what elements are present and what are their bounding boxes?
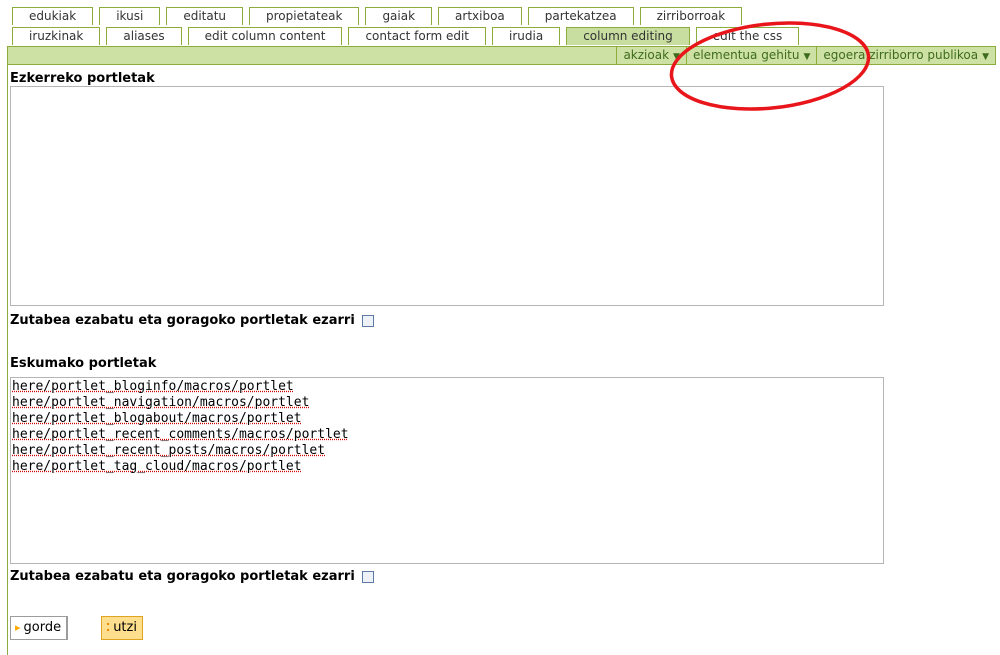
left-delete-column-checkbox[interactable] bbox=[361, 314, 374, 327]
tab-propietateak[interactable]: propietateak bbox=[249, 7, 360, 25]
tab-edit-the-css[interactable]: edit the css bbox=[695, 27, 800, 45]
tab-edukiak[interactable]: edukiak bbox=[12, 7, 94, 25]
right-portlets-label: Eskumako portletak bbox=[10, 356, 157, 371]
bullet-icon: ⁚ bbox=[106, 621, 111, 634]
save-button[interactable]: ▸ gorde bbox=[10, 616, 69, 640]
tab-partekatzea[interactable]: partekatzea bbox=[527, 7, 634, 25]
menu-label: akzioak bbox=[623, 48, 670, 62]
menu-akzioak[interactable]: akzioak ▼ bbox=[616, 47, 686, 64]
portlet-path-line: here/portlet_navigation/macros/portlet bbox=[12, 395, 310, 410]
tab-editatu[interactable]: editatu bbox=[166, 7, 244, 25]
right-delete-column-label: Zutabea ezabatu eta goragoko portletak e… bbox=[10, 569, 355, 584]
tab-edit-column-content[interactable]: edit column content bbox=[187, 27, 343, 45]
tab-contact-form-edit[interactable]: contact form edit bbox=[348, 27, 486, 45]
caret-down-icon: ▼ bbox=[982, 52, 989, 62]
cancel-button-label: utzi bbox=[113, 620, 137, 635]
right-delete-column-checkbox[interactable] bbox=[361, 570, 374, 583]
tab-column-editing[interactable]: column editing bbox=[566, 27, 690, 45]
tab-bar-row-1: edukiak ikusi editatu propietateak gaiak artx… bbox=[12, 7, 743, 26]
caret-down-icon: ▼ bbox=[803, 52, 811, 62]
left-portlets-label: Ezkerreko portletak bbox=[10, 71, 155, 86]
tab-bar-row-2: iruzkinak aliases edit column content conta… bbox=[12, 27, 800, 46]
menu-label: egoera zirriborro publikoa bbox=[823, 48, 979, 62]
right-portlets-textarea[interactable]: here/portlet_bloginfo/macros/portlet here… bbox=[10, 377, 884, 564]
menu-elementua-gehitu[interactable]: elementua gehitu ▼ bbox=[685, 47, 816, 64]
portlet-path-line: here/portlet_tag_cloud/macros/portlet bbox=[12, 459, 302, 474]
left-portlets-textarea[interactable] bbox=[10, 86, 884, 306]
caret-down-icon: ▼ bbox=[673, 52, 680, 62]
portlet-path-line: here/portlet_bloginfo/macros/portlet bbox=[12, 379, 294, 394]
tab-zirriborroak[interactable]: zirriborroak bbox=[639, 7, 743, 25]
tab-iruzkinak[interactable]: iruzkinak bbox=[12, 27, 101, 45]
tab-artxiboa[interactable]: artxiboa bbox=[438, 7, 522, 25]
save-button-label: gorde bbox=[23, 620, 62, 635]
cancel-button[interactable]: ⁚ utzi bbox=[101, 616, 143, 640]
tab-aliases[interactable]: aliases bbox=[106, 27, 182, 45]
menu-label: elementua gehitu bbox=[692, 48, 800, 62]
action-bar: akzioak ▼ elementua gehitu ▼ egoera zirribor… bbox=[7, 46, 996, 65]
tab-ikusi[interactable]: ikusi bbox=[99, 7, 161, 25]
portlet-path-line: here/portlet_recent_comments/macros/port… bbox=[12, 427, 349, 442]
tab-irudia[interactable]: irudia bbox=[492, 27, 561, 45]
menu-egoera-zirriborro-publikoa[interactable]: egoera zirriborro publikoa ▼ bbox=[816, 47, 995, 64]
left-delete-column-row: Zutabea ezabatu eta goragoko portletak e… bbox=[10, 313, 374, 328]
portlet-path-line: here/portlet_recent_posts/macros/portlet bbox=[12, 443, 326, 458]
left-delete-column-label: Zutabea ezabatu eta goragoko portletak e… bbox=[10, 313, 355, 328]
portlet-path-line: here/portlet_blogabout/macros/portlet bbox=[12, 411, 302, 426]
right-delete-column-row: Zutabea ezabatu eta goragoko portletak e… bbox=[10, 569, 374, 584]
tab-gaiak[interactable]: gaiak bbox=[365, 7, 433, 25]
bullet-icon: ▸ bbox=[15, 621, 21, 634]
